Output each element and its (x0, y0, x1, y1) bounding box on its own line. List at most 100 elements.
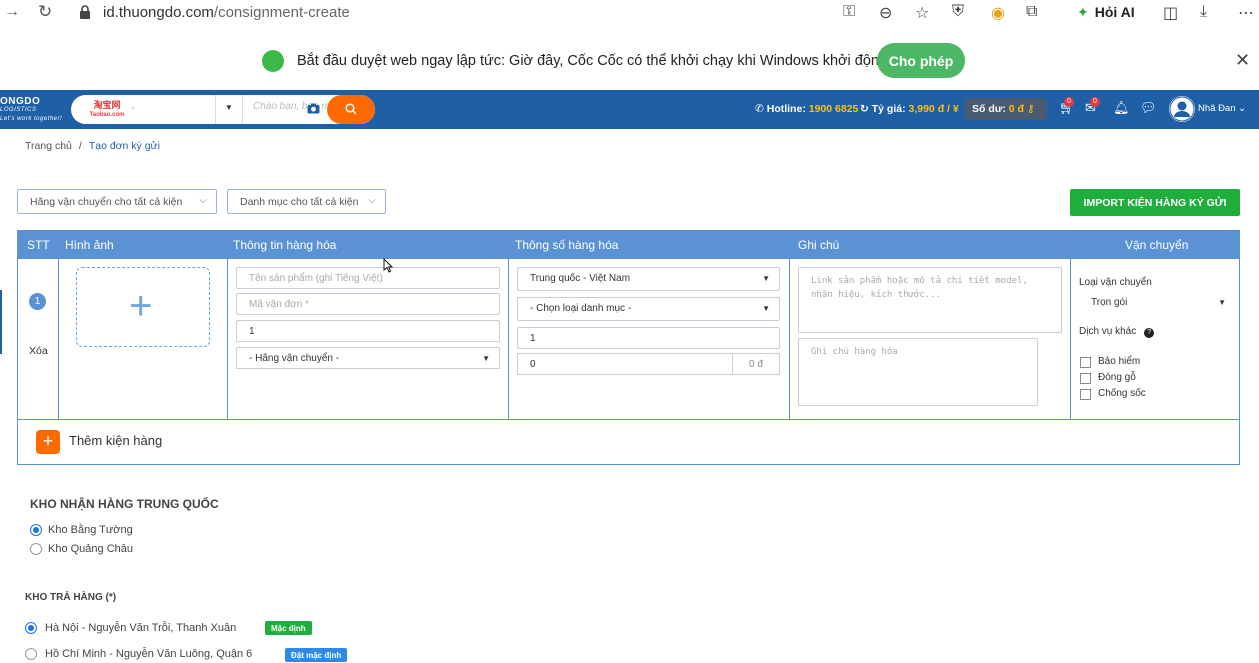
spec-quantity-input[interactable]: 1 (517, 327, 780, 349)
radio-quang-chau[interactable] (30, 543, 42, 555)
download-icon[interactable]: ⤓ (1200, 3, 1207, 21)
product-name-input[interactable]: Tên sản phẩm (ghi Tiếng Việt) (236, 267, 500, 289)
site-logo[interactable]: ONGDO LOGISTICS Let's work together! (0, 97, 62, 124)
note-textarea[interactable]: Ghi chú hàng hóa (798, 338, 1038, 406)
taobao-label: 淘宝网 (93, 100, 121, 110)
mouse-cursor-icon (383, 258, 393, 273)
shipping-type-label: Loại vận chuyển (1079, 277, 1152, 288)
coccoc-icon[interactable]: ◉ (991, 3, 1005, 23)
user-menu[interactable]: Nhã Đan ⌄ (1198, 103, 1246, 114)
col-divider (1070, 259, 1071, 419)
quantity-input[interactable]: 1 (236, 320, 500, 342)
header-image: Hình ảnh (65, 238, 114, 252)
set-default-button[interactable]: Đặt mặc định (285, 648, 348, 662)
chevron-down-icon: ⌄ (130, 104, 136, 111)
radio-label[interactable]: Hà Nội - Nguyễn Văn Trỗi, Thanh Xuân (45, 622, 236, 634)
phone-icon: ✆ (755, 103, 764, 115)
radio-ho-chi-minh[interactable] (25, 648, 37, 660)
add-package-label[interactable]: Thêm kiện hàng (69, 433, 162, 448)
extension-icon[interactable]: ⧉ (1026, 3, 1037, 21)
radio-label[interactable]: Hồ Chí Minh - Nguyễn Văn Luông, Quận 6 (45, 648, 252, 660)
image-upload[interactable]: + (76, 267, 210, 347)
split-view-icon[interactable]: ◫ (1163, 3, 1178, 23)
caret-down-icon: ▼ (762, 304, 770, 313)
bell-icon[interactable]: 🔔︎ (1113, 100, 1130, 116)
zoom-out-icon[interactable]: ⊖ (879, 3, 892, 23)
camera-icon[interactable] (307, 103, 320, 114)
key-icon[interactable]: ⚿ (843, 3, 855, 21)
carrier-select[interactable]: - Hãng vận chuyển - ▼ (236, 347, 500, 369)
user-icon (1169, 96, 1195, 122)
search-bar: 淘宝网 Taobao.com ⌄ ▼ (71, 95, 375, 124)
lock-icon[interactable] (79, 5, 91, 19)
coccoc-notice-icon (262, 50, 284, 72)
rate-label: Tỷ giá: (871, 103, 906, 115)
address-bar[interactable]: id.thuongdo.com/consignment-create (103, 4, 350, 21)
caret-down-icon: ▼ (1218, 298, 1226, 307)
plus-icon: + (42, 431, 54, 451)
price-suffix: 0 đ (732, 354, 779, 374)
radio-bang-tuong[interactable] (30, 524, 42, 536)
close-icon[interactable]: ✕ (1235, 50, 1250, 71)
route-select[interactable]: Trung quốc - Việt Nam ▼ (517, 267, 780, 291)
china-warehouse-title: KHO NHẬN HÀNG TRUNG QUỐC (30, 497, 219, 511)
platform-dropdown[interactable]: ▼ (215, 95, 243, 124)
hoi-ai-label: Hỏi AI (1094, 4, 1135, 20)
price-input[interactable]: 0 0 đ (517, 353, 780, 375)
more-icon[interactable]: ⋯ (1238, 3, 1254, 23)
hotline-label: Hotline: (766, 103, 806, 115)
chevron-down-icon: ⌄ (1238, 103, 1247, 114)
allow-button[interactable]: Cho phép (877, 43, 965, 78)
hotline[interactable]: ✆ Hotline: 1900 6825 (755, 103, 858, 115)
chat-icon[interactable]: 💬︎ (1140, 100, 1157, 116)
product-link-textarea[interactable]: Link sản phẩm hoặc mô tả chi tiết model,… (798, 267, 1062, 333)
shipping-type-select[interactable]: Trọn gói ▼ (1091, 297, 1226, 308)
import-button[interactable]: IMPORT KIỆN HÀNG KÝ GỬI (1070, 189, 1240, 216)
carrier-all-select[interactable]: Hãng vận chuyển cho tất cả kiện ⌵ (17, 189, 217, 214)
category-select[interactable]: - Chọn loại danh mục - ▼ (517, 297, 780, 321)
radio-label[interactable]: Kho Bằng Tường (48, 524, 133, 536)
startup-notification: Bắt đầu duyệt web ngay lập tức: Giờ đây,… (0, 36, 1259, 82)
user-name: Nhã Đan (1198, 103, 1236, 114)
balance-badge[interactable]: Số dư: 0 đ ⚷ (965, 98, 1047, 120)
taobao-selector[interactable]: 淘宝网 Taobao.com (85, 100, 129, 119)
service-label: Bảo hiểm (1098, 356, 1141, 367)
help-icon[interactable]: ? (1144, 328, 1155, 338)
extra-services-text: Dịch vụ khác (1079, 326, 1137, 337)
header-stt: STT (27, 238, 50, 252)
taobao-sub: Taobao.com (89, 112, 125, 118)
exchange-rate: ↻ Tỷ giá: 3,990 đ / ¥ (860, 103, 959, 115)
category-all-select[interactable]: Danh mục cho tất cả kiện ⌵ (227, 189, 386, 214)
carrier-select-value: - Hãng vận chuyển - (249, 353, 340, 364)
route-select-value: Trung quốc - Việt Nam (530, 273, 631, 284)
radio-label[interactable]: Kho Quảng Châu (48, 543, 133, 555)
plus-icon: + (129, 284, 153, 328)
header-product-info: Thông tin hàng hóa (233, 238, 337, 252)
radio-ha-noi[interactable] (25, 622, 37, 634)
star-icon[interactable]: ☆ (915, 3, 929, 23)
wallet-icon: ⚷ (1026, 103, 1035, 115)
breadcrumb-current: Tạo đơn ký gửi (88, 140, 160, 152)
insurance-checkbox[interactable] (1080, 357, 1091, 368)
header-notes: Ghi chú (798, 238, 840, 252)
row-divider (18, 419, 1239, 420)
chevron-down-icon: ⌵ (199, 195, 207, 206)
search-button[interactable] (327, 95, 375, 124)
chevron-down-icon: ⌵ (368, 195, 376, 206)
hoi-ai-button[interactable]: ✦ Hỏi AI (1077, 4, 1135, 21)
shockproof-checkbox[interactable] (1080, 389, 1091, 400)
breadcrumb-home[interactable]: Trang chủ (25, 140, 72, 152)
reload-icon[interactable]: ↻ (38, 2, 52, 22)
breadcrumb-separator: / (78, 140, 82, 152)
url-host: id.thuongdo.com (103, 4, 214, 21)
caret-down-icon: ▼ (762, 274, 770, 283)
mail-badge: 0 (1090, 97, 1100, 107)
delete-row-link[interactable]: Xóa (29, 345, 48, 357)
wood-packing-checkbox[interactable] (1080, 373, 1091, 384)
browser-toolbar: → ↻ id.thuongdo.com/consignment-create ⚿… (0, 0, 1259, 26)
tracking-code-input[interactable]: Mã vận đơn * (236, 293, 500, 315)
back-icon[interactable]: → (4, 3, 20, 21)
add-package-button[interactable]: + (36, 430, 60, 454)
shield-icon[interactable]: ⛨ (952, 3, 964, 21)
avatar[interactable] (1169, 96, 1195, 122)
